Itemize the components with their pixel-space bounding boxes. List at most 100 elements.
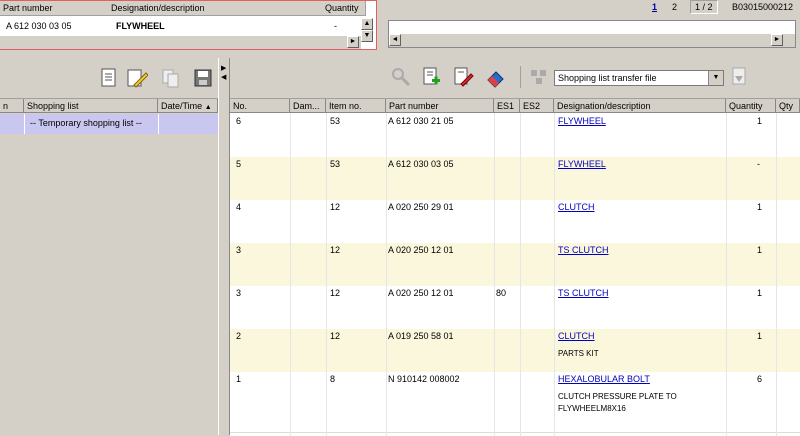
cell-quantity: 1 [757, 116, 763, 126]
cell-part-number: A 020 250 12 01 [388, 245, 454, 255]
shopping-list-toolbar [0, 58, 218, 96]
cell-designation-detail: PARTS KIT [558, 349, 599, 358]
transfer-file-select-value: Shopping list transfer file [558, 73, 657, 83]
cell-designation-link[interactable]: TS CLUTCH [558, 244, 609, 256]
cell-es1: 80 [496, 288, 507, 298]
edit-list-icon[interactable] [452, 66, 474, 88]
cell-designation-link[interactable]: TS CLUTCH [558, 287, 609, 299]
scroll-down-icon[interactable]: ▼ [361, 30, 373, 42]
cell-quantity: 1 [757, 202, 763, 212]
transfer-icon[interactable] [528, 66, 550, 88]
cell-designation-detail-2: FLYWHEELM8X16 [558, 404, 626, 413]
transfer-file-select[interactable]: Shopping list transfer file ▼ [554, 70, 724, 86]
summary-designation: FLYWHEEL [116, 21, 165, 31]
cell-designation-detail: CLUTCH PRESSURE PLATE TO [558, 392, 677, 401]
copy-icon[interactable] [160, 67, 182, 89]
cell-no: 3 [236, 288, 242, 298]
cell-quantity: 1 [757, 288, 763, 298]
collapse-arrow-icon[interactable]: ▶ [221, 64, 226, 72]
sort-ascending-icon: ▲ [204, 104, 212, 111]
shopping-list-panel: n Shopping list Date/Time ▲ -- Temporary… [0, 58, 218, 436]
new-document-icon[interactable] [98, 67, 120, 89]
cell-designation-link[interactable]: FLYWHEEL [558, 115, 606, 127]
header-designation[interactable]: Designation/description [554, 99, 726, 113]
table-row[interactable]: 1 8 N 910142 008002 HEXALOBULAR BOLT 6 CLUTCH… [230, 372, 800, 433]
add-to-list-icon[interactable] [420, 66, 442, 88]
cell-quantity: - [757, 159, 760, 169]
tools-icon[interactable] [390, 66, 412, 88]
page-navigation-panel: 1 2 1 / 2 B03015000212 ◄ ► [386, 0, 800, 55]
part-summary-panel: Part number Designation/description Quan… [0, 0, 377, 50]
shopping-list-table: n Shopping list Date/Time ▲ -- Temporary… [0, 98, 218, 436]
cell-item-no: 12 [330, 202, 341, 212]
page-link-current[interactable]: 1 [652, 2, 657, 12]
cell-designation-link[interactable]: CLUTCH [558, 330, 595, 342]
cell-quantity: 1 [757, 245, 763, 255]
scroll-right-icon[interactable]: ► [347, 36, 359, 48]
edit-document-icon[interactable] [126, 67, 149, 89]
document-code: B03015000212 [732, 2, 794, 12]
header-damage[interactable]: Dam... [290, 99, 326, 113]
cell-designation-link[interactable]: HEXALOBULAR BOLT [558, 373, 650, 385]
header-part-number[interactable]: Part number [386, 99, 494, 113]
scroll-right-icon[interactable]: ► [771, 34, 783, 46]
parts-table: No. Dam... Item no. Part number ES1 ES2 … [230, 98, 800, 436]
page-indicator: 1 / 2 [690, 0, 718, 14]
cell-part-number: N 910142 008002 [388, 374, 460, 384]
cell-part-number: A 019 250 58 01 [388, 331, 454, 341]
cell-no: 5 [236, 159, 242, 169]
header-quantity[interactable]: Quantity [322, 1, 366, 16]
horizontal-scrollbar[interactable]: ► [0, 36, 361, 49]
cell-part-number: A 612 030 21 05 [388, 116, 454, 126]
header-n[interactable]: n [0, 99, 24, 113]
table-row[interactable]: 4 12 A 020 250 29 01 CLUTCH 1 [230, 200, 800, 244]
parts-list-panel: Shopping list transfer file ▼ No. Dam...… [230, 58, 800, 436]
header-qty[interactable]: Qty [776, 99, 800, 113]
cell-part-number: A 612 030 03 05 [388, 159, 454, 169]
cell-no: 6 [236, 116, 242, 126]
cell-no: 2 [236, 331, 242, 341]
cell-item-no: 53 [330, 116, 341, 126]
eraser-icon[interactable] [484, 66, 506, 88]
cell-quantity: 1 [757, 331, 763, 341]
table-row[interactable]: 5 53 A 612 030 03 05 FLYWHEEL - [230, 157, 800, 201]
header-es1[interactable]: ES1 [494, 99, 520, 113]
shopping-list-row[interactable]: -- Temporary shopping list -- [0, 114, 218, 134]
table-row[interactable]: 6 53 A 612 030 21 05 FLYWHEEL 1 [230, 114, 800, 158]
header-part-number[interactable]: Part number [0, 1, 112, 16]
cell-designation-link[interactable]: CLUTCH [558, 201, 595, 213]
header-es2[interactable]: ES2 [520, 99, 554, 113]
cell-designation-link[interactable]: FLYWHEEL [558, 158, 606, 170]
cell-item-no: 12 [330, 331, 341, 341]
cell-item-no: 12 [330, 288, 341, 298]
page-link-next[interactable]: 2 [672, 2, 677, 12]
scroll-left-icon[interactable]: ◄ [389, 34, 401, 46]
cell-part-number: A 020 250 12 01 [388, 288, 454, 298]
cell-item-no: 8 [330, 374, 336, 384]
scroll-up-icon[interactable]: ▲ [361, 18, 373, 30]
detail-area: ◄ ► [388, 20, 796, 48]
toolbar-separator [520, 66, 521, 88]
header-shopping-list[interactable]: Shopping list [24, 99, 158, 113]
table-row[interactable]: 3 12 A 020 250 12 01 TS CLUTCH 1 [230, 243, 800, 287]
export-icon[interactable] [728, 66, 750, 88]
expand-arrow-icon[interactable]: ◀ [221, 73, 226, 81]
header-designation[interactable]: Designation/description [108, 1, 326, 16]
detail-horizontal-scrollbar[interactable]: ◄ ► [389, 34, 795, 47]
cell-part-number: A 020 250 29 01 [388, 202, 454, 212]
header-item-no[interactable]: Item no. [326, 99, 386, 113]
table-row[interactable]: 3 12 A 020 250 12 01 80 TS CLUTCH 1 [230, 286, 800, 330]
cell-item-no: 12 [330, 245, 341, 255]
table-row[interactable]: 2 12 A 019 250 58 01 CLUTCH 1 PARTS KIT [230, 329, 800, 373]
cell-no: 1 [236, 374, 242, 384]
cell-quantity: 6 [757, 374, 763, 384]
save-icon[interactable] [192, 67, 214, 89]
header-date-time[interactable]: Date/Time ▲ [158, 99, 218, 113]
summary-part-number: A 612 030 03 05 [6, 21, 72, 31]
panel-splitter[interactable]: ▶ ◀ [218, 58, 230, 435]
cell-item-no: 53 [330, 159, 341, 169]
chevron-down-icon[interactable]: ▼ [708, 71, 723, 85]
header-no[interactable]: No. [230, 99, 290, 113]
header-quantity[interactable]: Quantity [726, 99, 776, 113]
cell-no: 4 [236, 202, 242, 212]
